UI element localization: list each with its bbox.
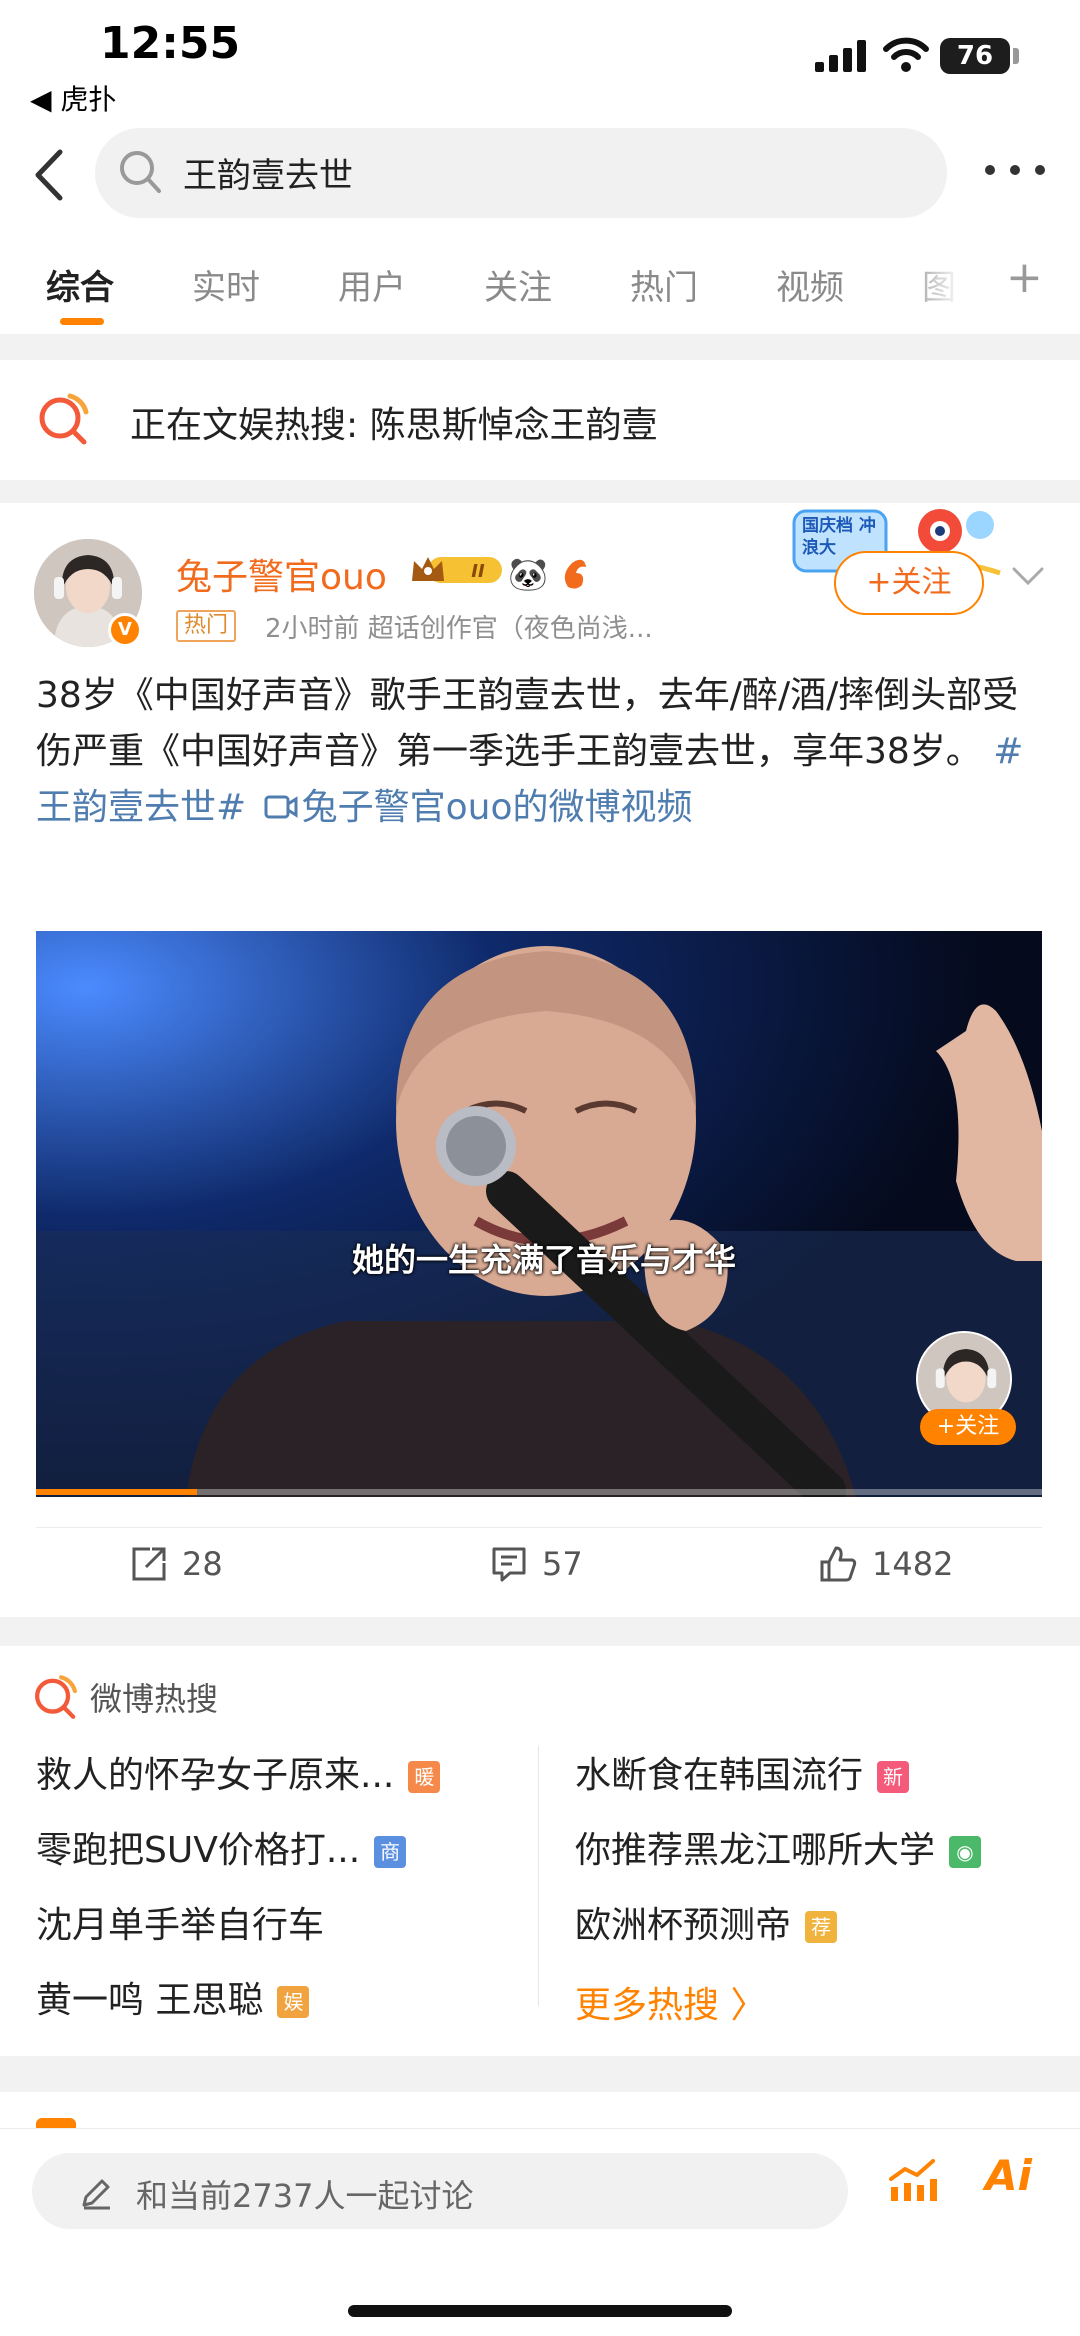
hot-notice-text: 正在文娱热搜: 陈思斯悼念王韵壹 <box>130 405 658 446</box>
hot-search-text: 救人的怀孕女子原来... <box>36 1755 395 1796</box>
hot-search-badge: 商 <box>374 1836 407 1868</box>
search-input[interactable]: 王韵壹去世 <box>95 128 947 218</box>
hot-search-badge: 娱 <box>277 1986 310 2018</box>
hot-search-text: 你推荐黑龙江哪所大学 <box>575 1830 936 1871</box>
tab-hot[interactable]: 热门 <box>630 260 698 309</box>
author-name[interactable]: 兔子警官ouo <box>176 548 387 600</box>
hot-search-badge: 暖 <box>408 1761 441 1793</box>
tab-following[interactable]: 关注 <box>484 260 552 309</box>
discussion-input[interactable]: 和当前2737人一起讨论 <box>32 2153 848 2229</box>
status-bar: 12:55 ◀ 虎扑 76 <box>0 0 1080 130</box>
video-follow-button[interactable]: +关注 <box>920 1409 1016 1445</box>
hot-search-text: 黄一鸣 王思聪 <box>36 1980 264 2021</box>
status-time: 12:55 <box>100 18 241 69</box>
hot-search-item[interactable]: 你推荐黑龙江哪所大学 ◉ <box>575 1821 982 1873</box>
weibo-hot-search-card: 微博热搜 救人的怀孕女子原来... 暖 零跑把SUV价格打... 商 沈月单手举自行… <box>0 1646 1080 2056</box>
repost-count: 28 <box>182 1545 223 1583</box>
verified-badge-icon: V <box>108 613 142 647</box>
like-count: 1482 <box>872 1545 954 1583</box>
back-to-app-link[interactable]: ◀ 虎扑 <box>30 78 116 118</box>
add-tab-icon[interactable]: + <box>1006 252 1043 303</box>
hot-search-item[interactable]: 零跑把SUV价格打... 商 <box>36 1821 407 1873</box>
hot-search-item[interactable]: 黄一鸣 王思聪娱 <box>36 1971 310 2023</box>
discussion-placeholder: 和当前2737人一起讨论 <box>136 2177 474 2215</box>
video-progress-fill <box>36 1489 197 1495</box>
video-link-text[interactable]: 兔子警官ouo的微博视频 <box>302 787 693 828</box>
vip-crown-badge-icon: II <box>412 557 502 583</box>
location-badge-icon: ◉ <box>949 1836 982 1868</box>
weibo-post-card: V 兔子警官ouo II 🐼 热门 2小时前 超话创作官（夜色尚浅... 国庆档… <box>0 503 1080 1613</box>
tab-users[interactable]: 用户 <box>338 260 406 309</box>
tab-bar: 综合 实时 用户 关注 热门 视频 图 + <box>0 246 1080 330</box>
more-hot-search-link[interactable]: 更多热搜 〉 <box>575 1976 766 2028</box>
panda-icon: 🐼 <box>508 555 548 593</box>
divider <box>538 1746 539 2006</box>
comment-count: 57 <box>542 1545 583 1583</box>
tab-fade <box>900 246 990 326</box>
share-icon <box>132 1547 166 1581</box>
post-text: 38岁《中国好声音》歌手王韵壹去世，去年/醉/酒/摔倒头部受伤严重《中国好声音》… <box>36 675 1019 772</box>
section-gap <box>0 1617 1080 1646</box>
wifi-icon <box>883 37 929 72</box>
hot-search-text: 水断食在韩国流行 <box>575 1755 864 1796</box>
section-gap <box>0 334 1080 360</box>
hot-search-item[interactable]: 水断食在韩国流行新 <box>575 1746 910 1798</box>
hot-search-title: 微博热搜 <box>90 1680 219 1718</box>
more-options-icon[interactable] <box>980 150 1050 190</box>
trend-chart-icon[interactable] <box>885 2155 939 2205</box>
ai-assistant-button[interactable]: Ai <box>985 2151 1032 2200</box>
hot-search-item[interactable]: 沈月单手举自行车 <box>36 1896 324 1948</box>
divider <box>36 1527 1042 1528</box>
like-button[interactable]: 1482 <box>818 1543 953 1603</box>
follow-button[interactable]: +关注 <box>834 551 984 615</box>
back-arrow-icon[interactable] <box>22 140 82 210</box>
section-gap <box>0 480 1080 503</box>
hot-search-badge: 新 <box>877 1761 910 1793</box>
shrimp-medal-icon <box>564 559 586 589</box>
active-tab-indicator <box>60 318 104 325</box>
post-body: 38岁《中国好声音》歌手王韵壹去世，去年/醉/酒/摔倒头部受伤严重《中国好声音》… <box>36 668 1046 836</box>
hot-tag: 热门 <box>176 610 237 642</box>
hot-search-item[interactable]: 欧洲杯预测帝荐 <box>575 1896 838 1948</box>
battery-nub <box>1013 48 1019 64</box>
weibo-hot-search-icon <box>39 393 89 445</box>
pencil-icon <box>82 2179 110 2210</box>
signal-icon <box>815 40 866 72</box>
section-gap <box>0 2056 1080 2092</box>
video-link-icon <box>264 795 298 819</box>
hot-search-text: 沈月单手举自行车 <box>36 1905 325 1946</box>
comment-button[interactable]: 57 <box>490 1543 583 1603</box>
hot-search-notice[interactable]: 正在文娱热搜: 陈思斯悼念王韵壹 <box>0 360 1080 480</box>
hot-search-badge: 荐 <box>805 1911 838 1943</box>
comment-icon <box>492 1547 526 1582</box>
hot-search-item[interactable]: 救人的怀孕女子原来... 暖 <box>36 1746 441 1798</box>
weibo-hot-search-icon <box>35 1675 77 1719</box>
search-query[interactable]: 王韵壹去世 <box>183 148 353 197</box>
thumbs-up-icon <box>820 1546 857 1582</box>
tab-comprehensive[interactable]: 综合 <box>46 260 114 309</box>
chevron-down-icon[interactable] <box>1010 565 1046 589</box>
video-frame <box>36 931 1042 1497</box>
repost-button[interactable]: 28 <box>130 1543 223 1603</box>
hot-search-text: 零跑把SUV价格打... <box>36 1830 361 1871</box>
video-link[interactable]: 兔子警官ouo的微博视频 <box>258 787 693 828</box>
post-meta: 2小时前 超话创作官（夜色尚浅... <box>265 614 653 644</box>
video-subtitle: 她的一生充满了音乐与才华 <box>352 1241 737 1279</box>
hot-search-text: 欧洲杯预测帝 <box>575 1905 792 1946</box>
battery-icon: 76 <box>940 38 1010 74</box>
search-icon <box>120 151 161 193</box>
home-indicator[interactable] <box>348 2305 732 2317</box>
vip-level: II <box>471 561 485 582</box>
video-player[interactable]: 她的一生充满了音乐与才华 +关注 <box>36 931 1042 1497</box>
tab-realtime[interactable]: 实时 <box>192 260 260 309</box>
tab-videos[interactable]: 视频 <box>776 260 844 309</box>
